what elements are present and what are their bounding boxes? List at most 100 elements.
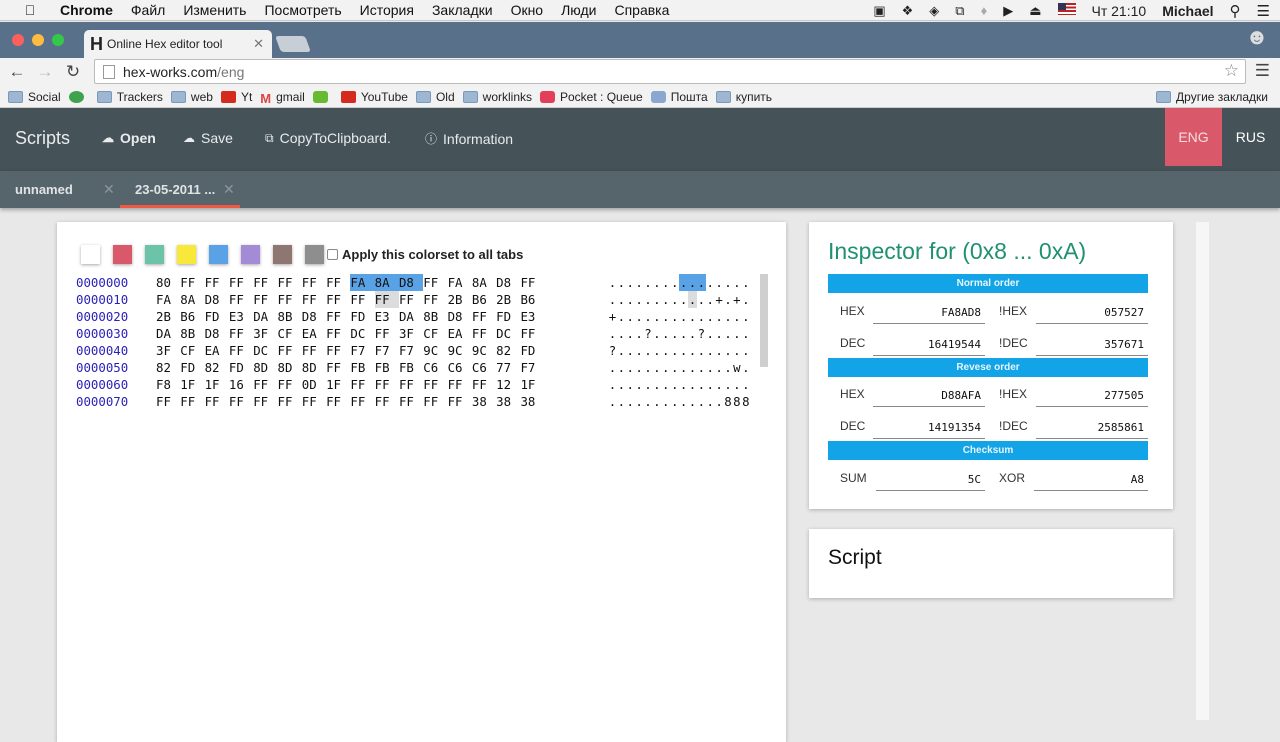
ascii-char[interactable]: .: [741, 291, 750, 308]
hex-byte[interactable]: FF: [302, 274, 326, 291]
hex-byte[interactable]: D8: [398, 274, 424, 291]
hex-byte[interactable]: FF: [520, 325, 544, 342]
hex-byte[interactable]: FA: [350, 274, 375, 291]
hex-byte[interactable]: EA: [205, 342, 229, 359]
ascii-char[interactable]: 8: [724, 393, 733, 410]
ascii-char[interactable]: .: [706, 274, 715, 291]
url-text[interactable]: hex-works.com/eng: [123, 64, 244, 80]
reverse-not-hex-field[interactable]: 277505: [1036, 383, 1148, 407]
volume-icon[interactable]: ▶: [1003, 3, 1013, 19]
hex-byte[interactable]: FF: [520, 274, 544, 291]
bookmark-gmail[interactable]: Mgmail: [260, 90, 305, 106]
ascii-char[interactable]: .: [661, 291, 670, 308]
ascii-char[interactable]: .: [608, 274, 617, 291]
save-button[interactable]: ☁ Save: [183, 130, 233, 146]
menu-history[interactable]: История: [360, 2, 414, 18]
other-bookmarks[interactable]: Другие закладки: [1156, 90, 1268, 104]
menu-help[interactable]: Справка: [614, 2, 669, 18]
hex-byte[interactable]: FD: [229, 359, 253, 376]
ascii-char[interactable]: .: [741, 376, 750, 393]
ascii-char[interactable]: .: [732, 325, 741, 342]
ascii-char[interactable]: .: [608, 376, 617, 393]
ascii-char[interactable]: .: [696, 274, 706, 291]
ascii-char[interactable]: +: [732, 291, 741, 308]
hex-byte[interactable]: FF: [277, 342, 301, 359]
hex-byte[interactable]: FF: [472, 308, 496, 325]
hex-byte[interactable]: 2B: [496, 291, 520, 308]
hex-byte[interactable]: FD: [520, 342, 544, 359]
ascii-char[interactable]: .: [670, 291, 679, 308]
hex-byte[interactable]: FF: [253, 393, 277, 410]
layers-icon[interactable]: ◈: [929, 3, 939, 19]
hex-byte[interactable]: 9C: [472, 342, 496, 359]
hex-byte[interactable]: 8D: [277, 359, 301, 376]
open-button[interactable]: ☁ Open: [102, 130, 156, 146]
ascii-char[interactable]: .: [688, 376, 697, 393]
ascii-char[interactable]: .: [679, 325, 688, 342]
ascii-char[interactable]: .: [741, 342, 750, 359]
ascii-char[interactable]: .: [706, 359, 715, 376]
ascii-char[interactable]: .: [697, 342, 706, 359]
hex-byte[interactable]: FF: [326, 342, 350, 359]
file-tab-23-05-2011[interactable]: 23-05-2011 ... ✕: [120, 171, 240, 208]
ascii-char[interactable]: .: [608, 359, 617, 376]
ascii-char[interactable]: .: [706, 308, 715, 325]
hex-byte[interactable]: FF: [326, 291, 350, 308]
hex-byte[interactable]: FF: [253, 376, 277, 393]
hex-byte[interactable]: FF: [423, 393, 447, 410]
ascii-char[interactable]: .: [661, 342, 670, 359]
brand-scripts[interactable]: Scripts: [15, 128, 70, 149]
ascii-char[interactable]: .: [697, 393, 706, 410]
ascii-char[interactable]: .: [652, 376, 661, 393]
ascii-char[interactable]: .: [688, 291, 697, 308]
ascii-char[interactable]: .: [679, 393, 688, 410]
ascii-char[interactable]: .: [741, 274, 750, 291]
hex-byte[interactable]: 38: [472, 393, 496, 410]
ascii-char[interactable]: .: [635, 359, 644, 376]
hex-byte[interactable]: DC: [496, 325, 520, 342]
ascii-char[interactable]: .: [715, 359, 724, 376]
hex-byte[interactable]: 77: [496, 359, 520, 376]
ascii-char[interactable]: .: [661, 274, 670, 291]
menu-file[interactable]: Файл: [131, 2, 165, 18]
bookmark-green[interactable]: [68, 90, 89, 103]
hex-byte[interactable]: 8B: [423, 308, 447, 325]
ascii-char[interactable]: .: [679, 308, 688, 325]
hex-byte[interactable]: FF: [229, 274, 253, 291]
normal-dec-field[interactable]: 16419544: [873, 332, 985, 356]
ascii-char[interactable]: .: [715, 342, 724, 359]
bookmark-old[interactable]: Old: [415, 90, 455, 104]
hex-byte[interactable]: FF: [229, 342, 253, 359]
ascii-char[interactable]: .: [732, 376, 741, 393]
ascii-char[interactable]: .: [670, 393, 679, 410]
hex-byte[interactable]: FF: [277, 376, 301, 393]
hex-byte[interactable]: FF: [326, 308, 350, 325]
ascii-char[interactable]: .: [697, 376, 706, 393]
address-bar[interactable]: hex-works.com/eng ☆: [94, 59, 1246, 84]
ascii-char[interactable]: .: [608, 393, 617, 410]
ascii-char[interactable]: .: [732, 274, 741, 291]
hex-byte[interactable]: D8: [496, 274, 520, 291]
ascii-char[interactable]: .: [715, 325, 724, 342]
hex-byte[interactable]: 8B: [277, 308, 301, 325]
spotlight-search-icon[interactable]: ⚲: [1230, 2, 1241, 20]
hex-byte[interactable]: FF: [277, 291, 301, 308]
hex-byte[interactable]: 38: [496, 393, 520, 410]
ascii-char[interactable]: +: [608, 308, 617, 325]
close-tab-icon[interactable]: ✕: [223, 181, 235, 198]
menu-app-name[interactable]: Chrome: [60, 2, 113, 18]
menu-window[interactable]: Окно: [511, 2, 544, 18]
bookmark-yt[interactable]: Yt: [220, 90, 252, 104]
bookmark-купить[interactable]: купить: [715, 90, 772, 104]
hex-byte[interactable]: FD: [180, 359, 204, 376]
ascii-char[interactable]: .: [724, 359, 733, 376]
ascii-char[interactable]: .: [661, 393, 670, 410]
hex-byte[interactable]: 8A: [472, 274, 496, 291]
ascii-char[interactable]: .: [626, 393, 635, 410]
ascii-char[interactable]: .: [635, 325, 644, 342]
hex-byte[interactable]: FF: [229, 291, 253, 308]
ascii-char[interactable]: ?: [644, 325, 653, 342]
hex-byte[interactable]: E3: [229, 308, 253, 325]
ascii-char[interactable]: .: [608, 325, 617, 342]
color-swatch-3[interactable]: [145, 245, 164, 264]
